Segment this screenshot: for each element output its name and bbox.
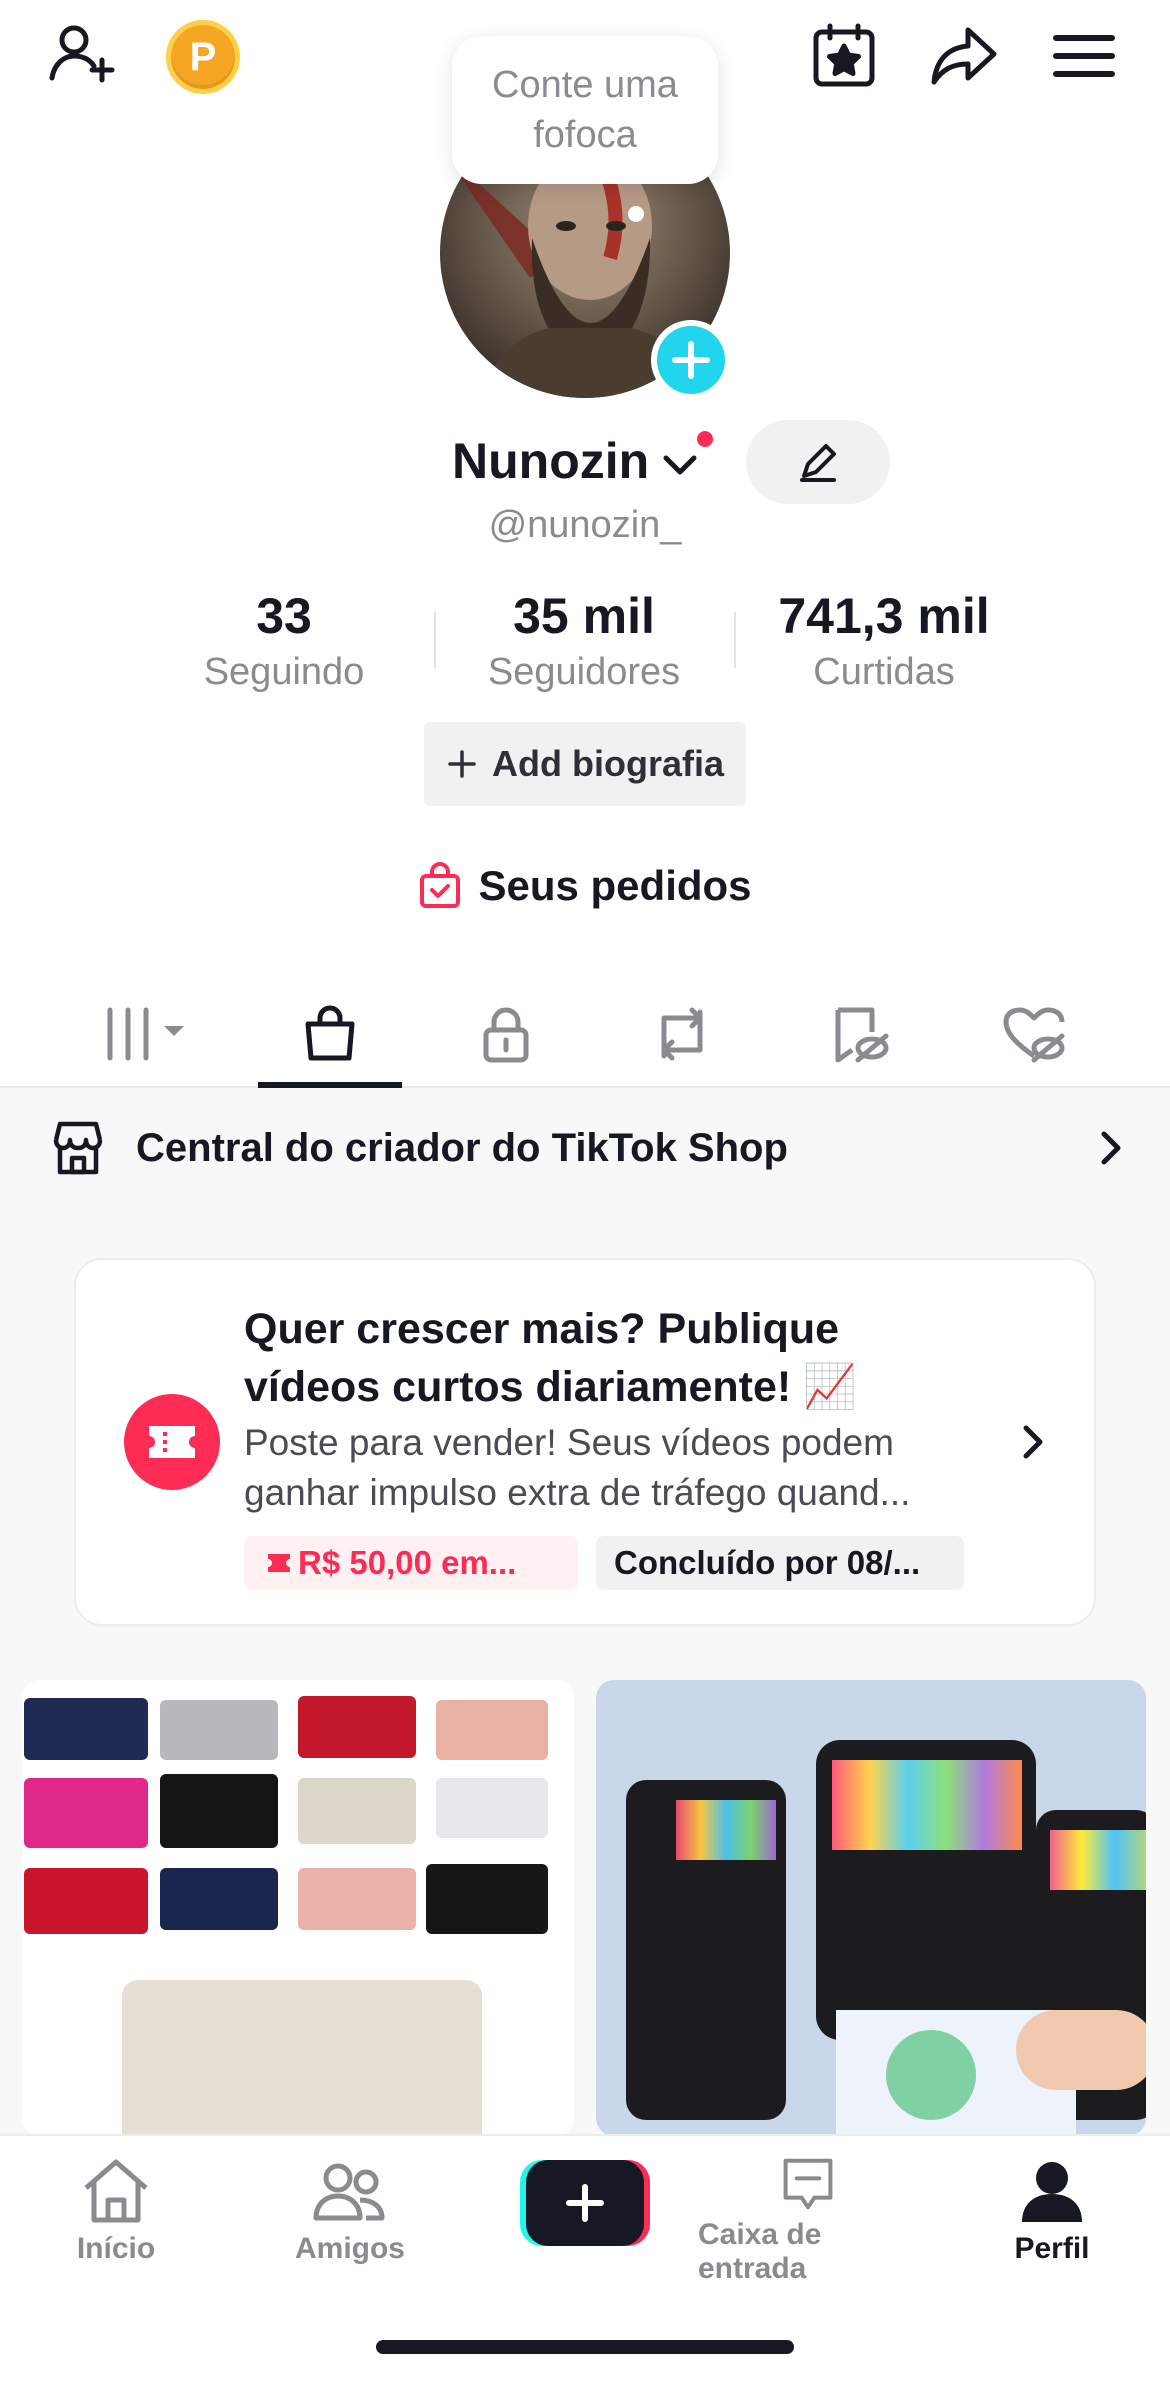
chevron-down-icon[interactable] [660,446,700,486]
stat-likes[interactable]: 741,3 mil Curtidas [734,586,1034,698]
product-image-swatch [160,1774,278,1848]
product-image-drawing [886,2030,976,2120]
product-image-swatch [24,1778,148,1848]
notification-dot [694,428,716,450]
product-thumbnail[interactable] [596,1680,1146,2136]
product-image-pillow [122,1980,482,2136]
nav-profile-label: Perfil [1014,2232,1090,2265]
name-row: Nunozin [0,424,1170,504]
deadline-tag: Concluído por 08/... [596,1536,964,1590]
home-indicator[interactable] [376,2340,794,2354]
product-image-swatch [298,1696,416,1758]
product-image-markers [676,1800,776,1860]
nav-home[interactable]: Início [6,2156,226,2286]
product-image-swatch [436,1778,548,1838]
profile-name[interactable]: Nunozin [452,432,649,490]
nav-friends-label: Amigos [294,2232,405,2265]
product-image-hand [1016,2010,1146,2090]
nav-home-label: Início [76,2232,156,2265]
stat-following[interactable]: 33 Seguindo [134,586,434,698]
story-prompt-text: Conte uma fofoca [492,64,678,156]
product-image-swatch [24,1698,148,1760]
promo-title: Quer crescer mais? Publique vídeos curto… [244,1305,857,1411]
promo-card[interactable]: Quer crescer mais? Publique vídeos curto… [74,1258,1096,1626]
ticket-small-icon [268,1554,290,1572]
stat-likes-value: 741,3 mil [778,588,990,644]
nav-inbox[interactable]: Caixa de entrada [698,2156,918,2286]
tab-private[interactable] [434,980,578,1088]
heart-hidden-icon [1003,1007,1065,1063]
chevron-right-icon [1023,1425,1043,1459]
pencil-icon [800,444,836,482]
reward-tag-text: R$ 50,00 em... [298,1544,517,1581]
profile-screen: P Conte uma fofoca Nunozin @nunozin_ 33 … [0,0,1170,2381]
stat-followers-label: Seguidores [487,651,681,693]
product-image-swatch [436,1700,548,1760]
product-image-markers [832,1760,1022,1850]
grid-icon [107,1007,184,1061]
story-prompt-bubble[interactable]: Conte uma fofoca [452,36,718,184]
deadline-tag-text: Concluído por 08/... [614,1544,921,1581]
nav-friends[interactable]: Amigos [240,2156,460,2286]
product-image-swatch [298,1778,416,1844]
product-image-markers [1050,1830,1146,1890]
product-image-swatch [426,1864,548,1934]
promo-body: Poste para vender! Seus vídeos podem gan… [244,1422,911,1513]
orders-label: Seus pedidos [478,862,752,909]
friends-icon [313,2163,385,2221]
home-icon [84,2159,148,2223]
profile-icon [1022,2162,1082,2222]
coin-icon[interactable]: P [166,20,240,94]
add-friend-icon[interactable] [44,16,124,96]
profile-handle: @nunozin_ [488,504,682,546]
inbox-icon [783,2158,833,2210]
product-image-swatch [298,1868,416,1930]
tab-liked[interactable] [962,980,1106,1088]
nav-profile[interactable]: Perfil [942,2156,1162,2286]
stat-followers-value: 35 mil [513,588,655,644]
tab-reposts[interactable] [610,980,754,1088]
add-bio-label: Add biografia [492,743,724,784]
edit-profile-button[interactable] [746,420,890,504]
tiktok-shop-center-label: Central do criador do TikTok Shop [136,1125,788,1170]
stat-likes-label: Curtidas [813,651,955,693]
stat-following-value: 33 [256,588,312,644]
product-image-swatch [160,1700,278,1760]
bookmark-hidden-icon [835,1007,889,1063]
product-thumbnail[interactable] [22,1680,574,2136]
menu-icon[interactable] [1044,16,1124,96]
plus-icon [448,750,476,778]
add-story-plus-icon[interactable] [651,320,731,400]
tab-favorites[interactable] [786,980,930,1088]
create-button[interactable] [520,2160,650,2246]
repost-icon [661,1007,703,1061]
bubble-pointer-dot [628,206,644,222]
content-tabs [0,980,1170,1088]
add-bio-button[interactable]: Add biografia [424,722,746,806]
shopping-bag-icon [305,1005,355,1061]
calendar-star-icon[interactable] [804,16,884,96]
tab-shop[interactable] [258,980,402,1088]
product-image-swatch [24,1868,148,1934]
tiktok-shop-center-row[interactable]: Central do criador do TikTok Shop [0,1088,1170,1208]
lock-icon [483,1007,529,1063]
tab-videos[interactable] [72,980,216,1088]
chevron-right-icon [1101,1131,1121,1165]
share-icon[interactable] [924,16,1004,96]
stat-following-label: Seguindo [203,651,365,693]
reward-tag: R$ 50,00 em... [244,1536,578,1590]
stat-followers[interactable]: 35 mil Seguidores [434,586,734,698]
product-image-swatch [160,1868,278,1930]
ticket-icon [124,1394,220,1490]
shopping-bag-check-icon [420,862,461,908]
store-icon [53,1121,103,1175]
orders-link[interactable]: Seus pedidos [0,862,1170,910]
plus-icon [526,2160,644,2246]
nav-inbox-label: Caixa de entrada [698,2218,822,2285]
